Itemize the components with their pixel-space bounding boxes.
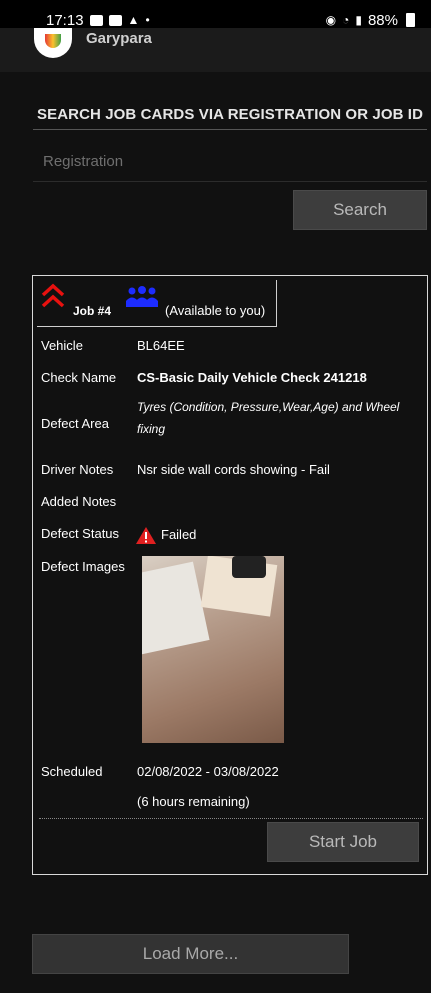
- vehicle-value: BL64EE: [137, 338, 185, 353]
- added-notes-label: Added Notes: [41, 494, 117, 509]
- time-remaining: (6 hours remaining): [137, 794, 250, 809]
- battery-percent: 88%: [367, 11, 398, 29]
- scheduled-value: 02/08/2022 - 03/08/2022: [137, 764, 279, 779]
- driver-notes-label: Driver Notes: [41, 462, 114, 477]
- priority-chevrons-icon: [41, 283, 65, 308]
- defect-area-label: Defect Area: [41, 416, 109, 431]
- wifi-icon: ◔: [342, 13, 350, 27]
- alarm-icon: ◉: [325, 13, 337, 27]
- check-name-value: CS-Basic Daily Vehicle Check 241218: [137, 370, 367, 385]
- dot-icon: •: [145, 13, 150, 27]
- availability-text: (Available to you): [165, 303, 266, 318]
- vehicle-label: Vehicle: [41, 338, 83, 353]
- notification-icon: [108, 14, 122, 26]
- notification-icon: [89, 14, 103, 26]
- bell-icon: ▲: [127, 13, 140, 27]
- job-number: Job #4: [73, 304, 112, 318]
- job-card-header: Job #4 (Available to you): [37, 280, 277, 327]
- registration-input[interactable]: [33, 142, 427, 182]
- people-icon: [126, 286, 158, 307]
- scheduled-label: Scheduled: [41, 764, 103, 779]
- defect-image[interactable]: [142, 556, 284, 743]
- divider: [39, 818, 423, 819]
- defect-status-label: Defect Status: [41, 526, 120, 541]
- defect-images-label: Defect Images: [41, 559, 125, 574]
- signal-icon: ▮: [355, 13, 362, 27]
- app-name: Garypara: [86, 30, 152, 47]
- main-content: SEARCH JOB CARDS VIA REGISTRATION OR JOB…: [0, 72, 431, 993]
- defect-area-value: Tyres (Condition, Pressure,Wear,Age) and…: [137, 400, 400, 436]
- status-time: 17:13: [46, 11, 84, 29]
- driver-notes-value: Nsr side wall cords showing - Fail: [137, 462, 330, 477]
- start-job-button[interactable]: Start Job: [267, 822, 419, 862]
- check-name-label: Check Name: [41, 370, 117, 385]
- load-more-button[interactable]: Load More...: [32, 934, 349, 974]
- divider: [33, 129, 427, 130]
- app-logo-icon[interactable]: [34, 28, 72, 58]
- app-header: Garypara: [0, 28, 431, 72]
- battery-icon: [406, 13, 415, 27]
- warning-icon: [136, 527, 156, 544]
- job-card: Job #4 (Available to you) Vehicle BL64EE…: [32, 275, 428, 875]
- search-button[interactable]: Search: [293, 190, 427, 230]
- search-title: SEARCH JOB CARDS VIA REGISTRATION OR JOB…: [37, 106, 424, 123]
- defect-status-value: Failed: [161, 527, 197, 542]
